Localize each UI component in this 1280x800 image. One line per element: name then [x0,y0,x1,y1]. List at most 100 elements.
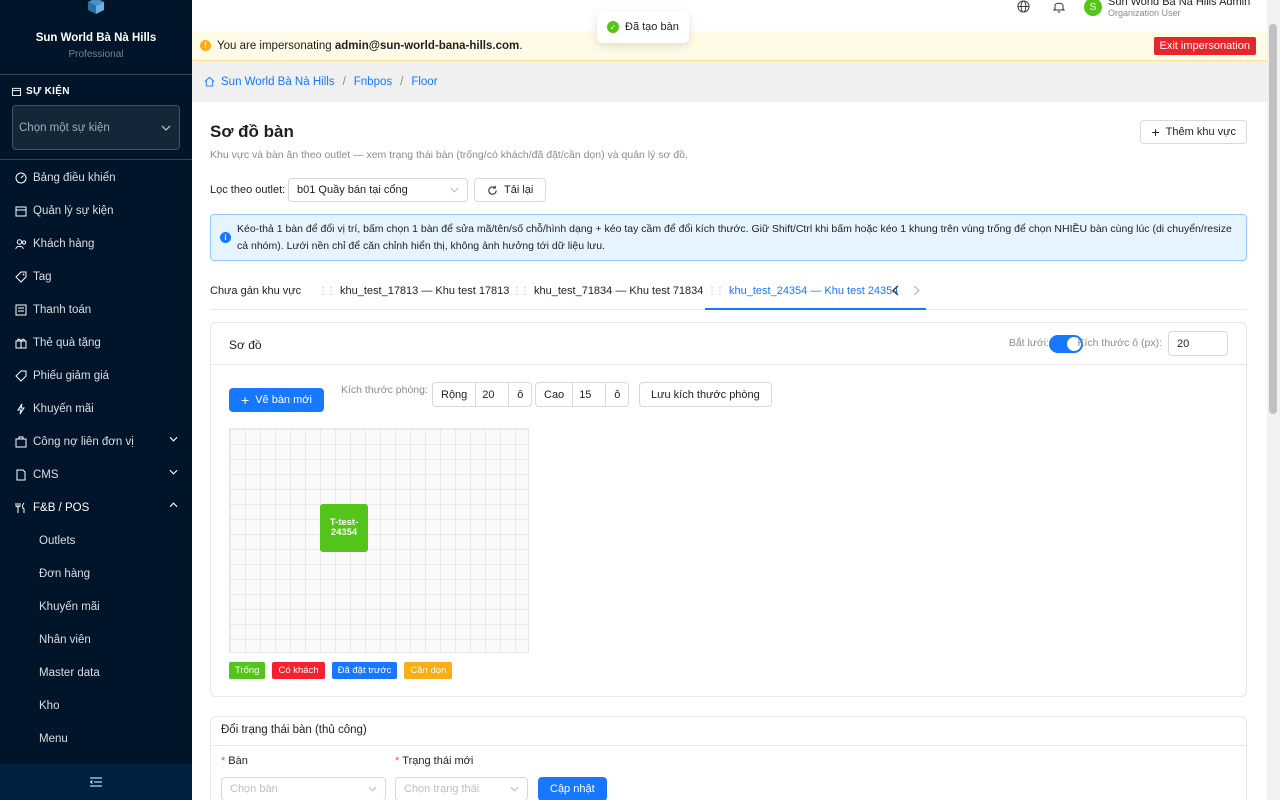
cell-size-input[interactable]: 20 [1168,331,1228,356]
sidebar-item-label: Thanh toán [33,303,92,316]
sidebar-item-coupon[interactable]: Phiếu giảm giá [0,359,192,392]
exit-impersonation-button[interactable]: Exit impersonation [1153,37,1256,55]
status-field-label: * Trạng thái mới [395,755,474,767]
info-alert: i Kéo-thả 1 bàn để đổi vị trí, bấm chọn … [210,214,1247,261]
tab-active-indicator [705,308,926,310]
drag-handle-icon[interactable]: ⋮⋮ [318,286,336,297]
debt-icon [14,435,27,448]
gift-icon [14,336,27,349]
table-select[interactable]: Chọn bàn [221,777,386,800]
sidebar-item-dashboard[interactable]: Bảng điều khiển [0,161,192,194]
status-legend: Trống Có khách Đã đặt trước Cần dọn [229,662,453,679]
sidebar-subitem-orders[interactable]: Đơn hàng [0,557,192,590]
event-select[interactable]: Chọn một sự kiện [12,105,180,150]
reload-button[interactable]: Tải lại [474,178,547,202]
sidebar-item-label: F&B / POS [33,501,90,514]
chevron-left-icon[interactable] [892,285,899,296]
room-width-input[interactable]: Rộng 20 ô [432,382,533,407]
sidebar-item-cms[interactable]: CMS [0,458,192,491]
sidebar-subitem-promotions[interactable]: Khuyến mãi [0,590,192,623]
add-area-button[interactable]: + Thêm khu vực [1140,120,1247,144]
plus-icon: + [241,392,250,408]
logo-icon [88,0,104,14]
chevron-right-icon[interactable] [913,285,920,296]
warning-icon: ! [200,40,211,51]
sidebar-subitem-inventory[interactable]: Kho [0,689,192,722]
save-room-size-button[interactable]: Lưu kích thước phòng [639,382,772,407]
room-height-unit: ô [614,388,621,401]
update-status-button[interactable]: Cập nhật [538,777,607,800]
sidebar-subitem-menu[interactable]: Menu [0,722,192,755]
cell-size-label: Kích thước ô (px): [1077,337,1162,349]
impersonation-banner: ! You are impersonating admin@sun-world-… [192,31,1267,61]
dashboard-icon [14,171,27,184]
info-text: Kéo-thả 1 bàn để đổi vị trí, bấm chọn 1 … [237,223,1232,252]
snap-grid-label: Bắt lưới: [1008,337,1049,349]
sidebar-subitem-master-data[interactable]: Master data [0,656,192,689]
legend-reserved: Đã đặt trước [331,662,398,679]
breadcrumb-org[interactable]: Sun World Bà Nà Hills [221,76,335,88]
sidebar-subitem-outlets[interactable]: Outlets [0,524,192,557]
room-size-label: Kích thước phòng: [341,384,428,396]
room-width-label: Rộng [441,388,468,401]
tab-label: khu_test_17813 — Khu test 17813 [340,285,510,297]
room-height-input[interactable]: Cao 15 ô [535,382,630,407]
tab-khu-test-17813[interactable]: ⋮⋮ khu_test_17813 — Khu test 17813 [318,285,509,297]
legend-occupied: Có khách [272,662,325,679]
page-title: Sơ đồ bàn [210,122,294,141]
page-scrollbar[interactable] [1267,0,1280,800]
event-section-title: SỰ KIỆN [12,86,70,97]
breadcrumb: Sun World Bà Nà Hills / Fnbpos / Floor [192,61,1267,102]
sidebar-item-fnb-pos[interactable]: F&B / POS [0,491,192,524]
status-select[interactable]: Chọn trạng thái [395,777,528,800]
bell-icon[interactable] [1053,0,1065,13]
sidebar-item-debt[interactable]: Công nợ liên đơn vị [0,425,192,458]
globe-icon[interactable] [1017,0,1030,13]
user-role: Organization User [1108,8,1181,18]
sidebar-item-payment[interactable]: Thanh toán [0,293,192,326]
chevron-down-icon [169,436,178,442]
sidebar-item-customers[interactable]: Khách hàng [0,227,192,260]
status-field-text: Trạng thái mới [402,755,474,767]
tab-label: khu_test_71834 — Khu test 71834 [534,285,704,297]
draw-table-button[interactable]: + Vẽ bàn mới [229,388,324,412]
cms-icon [14,468,27,481]
tab-unassigned[interactable]: Chưa gán khu vực [210,285,301,297]
sidebar-item-promotion[interactable]: Khuyến mãi [0,392,192,425]
scrollbar-thumb[interactable] [1269,24,1277,414]
sidebar-collapse-button[interactable] [0,764,192,800]
sidebar-subitem-staff[interactable]: Nhân viên [0,623,192,656]
main-content: Sơ đồ bàn Khu vực và bàn ăn theo outlet … [192,102,1267,800]
reload-icon [488,185,497,195]
room-height-label: Cao [544,388,565,401]
chevron-down-icon [450,187,459,193]
chevron-down-icon [169,469,178,475]
sidebar-item-events[interactable]: Quản lý sự kiện [0,194,192,227]
floor-canvas[interactable]: T-test-24354 [229,428,529,653]
tab-khu-test-24354[interactable]: ⋮⋮ khu_test_24354 — Khu test 24354 [707,285,898,297]
room-width-unit: ô [517,388,524,401]
drag-handle-icon[interactable]: ⋮⋮ [707,286,725,297]
calendar-icon [12,87,21,96]
avatar[interactable]: S [1084,0,1102,16]
floor-plan-title: Sơ đồ [229,338,262,352]
add-area-label: Thêm khu vực [1165,126,1236,138]
breadcrumb-fnbpos[interactable]: Fnbpos [354,76,392,88]
area-tabs: Chưa gán khu vực ⋮⋮ khu_test_17813 — Khu… [210,280,1247,310]
draw-table-label: Vẽ bàn mới [255,394,312,406]
impersonation-suffix: . [519,39,523,52]
success-toast: ✓ Đã tạo bàn [597,11,689,43]
room-height-value[interactable]: 15 [572,383,607,406]
sidebar-item-gift-card[interactable]: Thẻ quà tặng [0,326,192,359]
sidebar-item-label: CMS [33,468,59,481]
table-field-label: * Bàn [221,755,248,767]
breadcrumb-floor[interactable]: Floor [411,76,437,88]
outlet-select[interactable]: b01 Quầy bán tại cổng [288,178,468,202]
outlet-filter-label: Lọc theo outlet: [210,184,286,196]
drag-handle-icon[interactable]: ⋮⋮ [512,286,530,297]
sidebar-item-tag[interactable]: Tag [0,260,192,293]
room-width-value[interactable]: 20 [475,383,510,406]
table-tile[interactable]: T-test-24354 [320,504,368,552]
tab-khu-test-71834[interactable]: ⋮⋮ khu_test_71834 — Khu test 71834 [512,285,703,297]
home-icon[interactable] [204,76,215,87]
